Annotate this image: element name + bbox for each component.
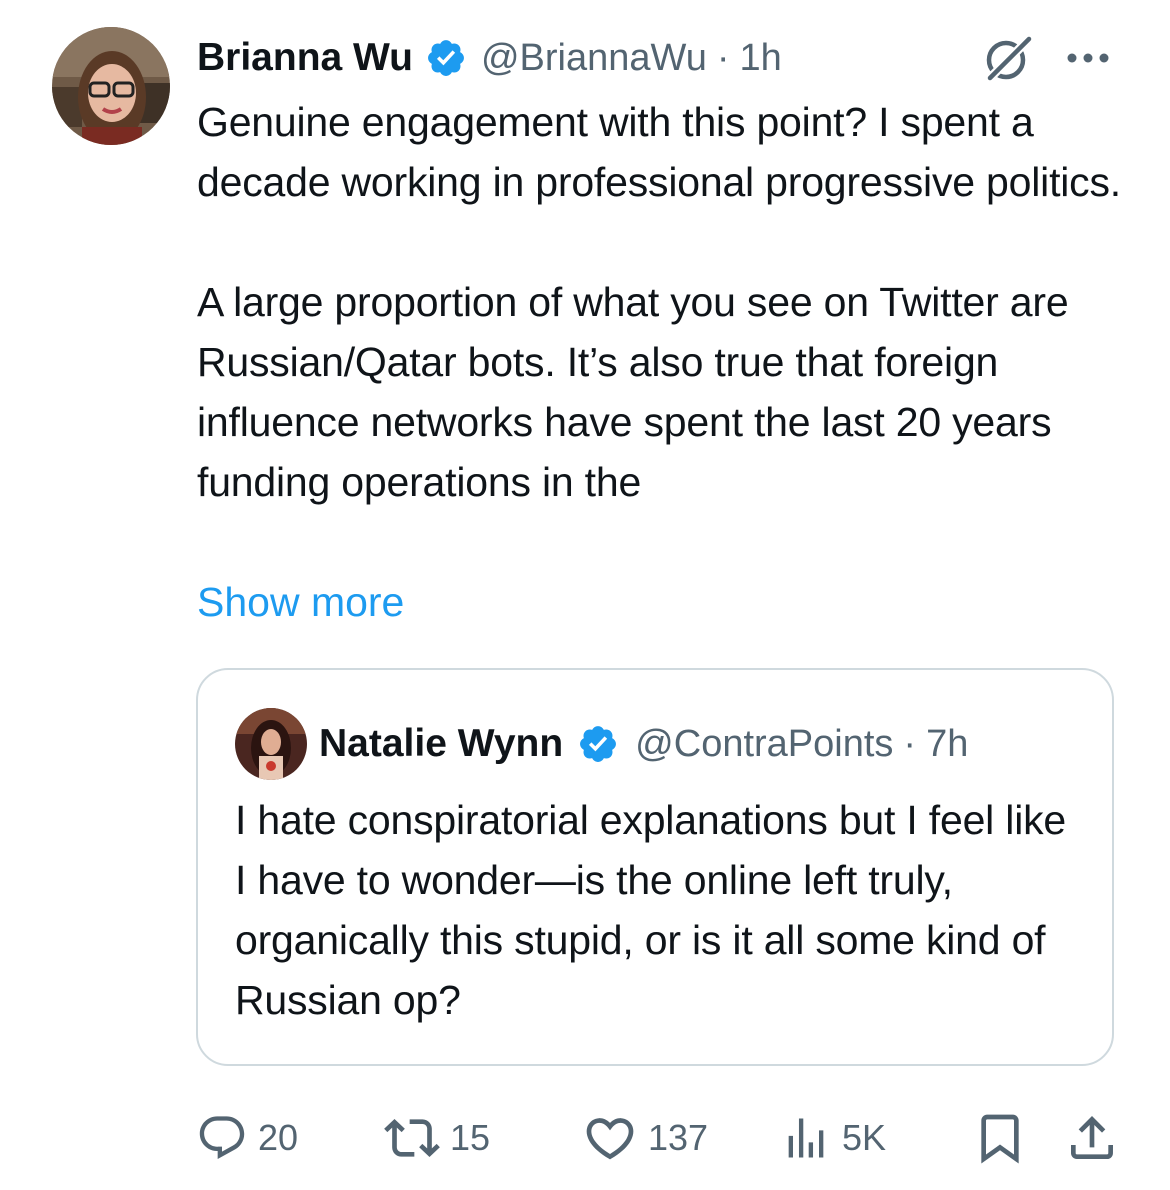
action-bar: 20 15 137 5K [0,1108,1170,1168]
views-button[interactable]: 5K [780,1108,886,1168]
show-more-link[interactable]: Show more [197,572,404,632]
bookmark-button[interactable] [972,1108,1028,1168]
verified-badge-icon[interactable] [425,37,467,79]
tweet-time[interactable]: 1h [740,37,782,80]
quoted-tweet[interactable]: Natalie Wynn @ContraPoints · 7h I hate c… [196,668,1114,1066]
repost-icon [384,1110,440,1166]
quoted-author-avatar[interactable] [235,708,307,780]
grok-icon[interactable] [982,32,1034,84]
author-handle[interactable]: @BriannaWu [481,37,707,80]
like-button[interactable]: 137 [582,1108,708,1168]
tweet-paragraph-2: A large proportion of what you see on Tw… [197,279,1069,505]
author-name[interactable]: Brianna Wu [197,36,413,80]
quoted-author-handle[interactable]: @ContraPoints [635,723,893,766]
tweet-header: Brianna Wu @BriannaWu · 1h [197,30,782,86]
quoted-author-name[interactable]: Natalie Wynn [319,722,563,766]
reply-count: 20 [258,1117,299,1158]
views-icon [780,1112,832,1164]
separator-dot: · [716,36,730,79]
separator-dot: · [903,722,917,765]
share-button[interactable] [1064,1108,1120,1168]
tweet-text: Genuine engagement with this point? I sp… [197,92,1142,512]
repost-button[interactable]: 15 [384,1108,490,1168]
quoted-tweet-time[interactable]: 7h [926,723,968,766]
repost-count: 15 [450,1117,491,1158]
author-avatar[interactable] [52,27,170,145]
like-count: 137 [648,1117,709,1158]
bookmark-icon [972,1110,1028,1166]
quoted-tweet-header: Natalie Wynn @ContraPoints · 7h [319,718,968,770]
heart-icon [582,1110,638,1166]
share-icon [1064,1110,1120,1166]
reply-button[interactable]: 20 [196,1108,298,1168]
views-count: 5K [842,1117,887,1158]
quoted-tweet-text: I hate conspiratorial explanations but I… [235,797,1067,1023]
tweet-paragraph-1: Genuine engagement with this point? I sp… [197,99,1121,205]
verified-badge-icon[interactable] [577,723,619,765]
reply-icon [196,1112,248,1164]
more-icon[interactable] [1062,40,1114,76]
